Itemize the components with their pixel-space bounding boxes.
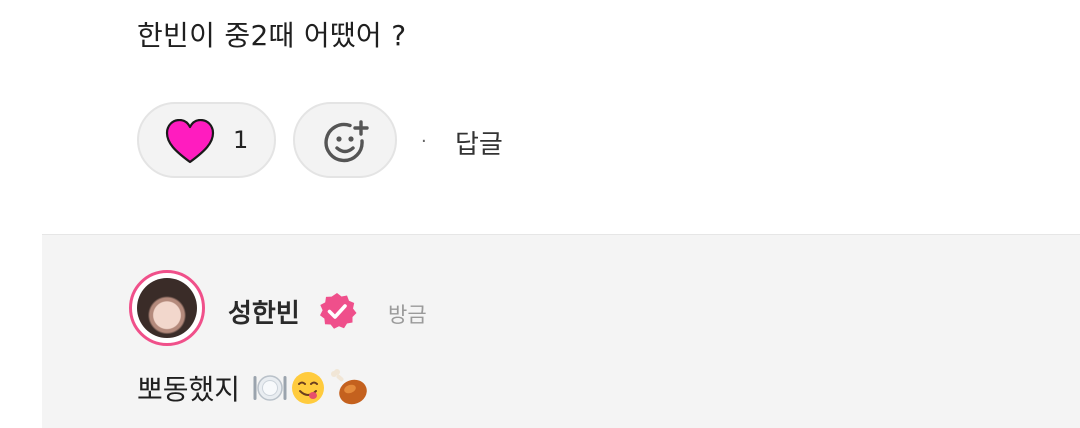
reply-author-name[interactable]: 성한빈 [228,293,300,330]
avatar-image [137,278,197,338]
like-count: 1 [233,126,249,154]
heart-icon [165,119,215,164]
poultry-leg-icon [331,369,367,405]
add-reaction-button[interactable] [293,102,397,178]
reply-body: 뽀동했지 [137,368,370,408]
yum-face-icon [292,372,325,404]
separator-dot: · [421,131,427,152]
reply-text: 뽀동했지 [137,373,241,406]
verified-badge-icon [320,293,357,329]
avatar[interactable] [129,270,205,346]
reply-section: 성한빈 방금 뽀동했지 [42,234,1080,428]
comment-text: 한빈이 중2때 어땠어 ? [137,19,407,52]
like-button[interactable]: 1 [137,102,276,178]
reply-timestamp: 방금 [388,303,427,327]
reply-link[interactable]: 답글 [455,124,503,161]
add-reaction-icon [324,120,369,163]
plate-with-cutlery-icon [253,375,287,401]
